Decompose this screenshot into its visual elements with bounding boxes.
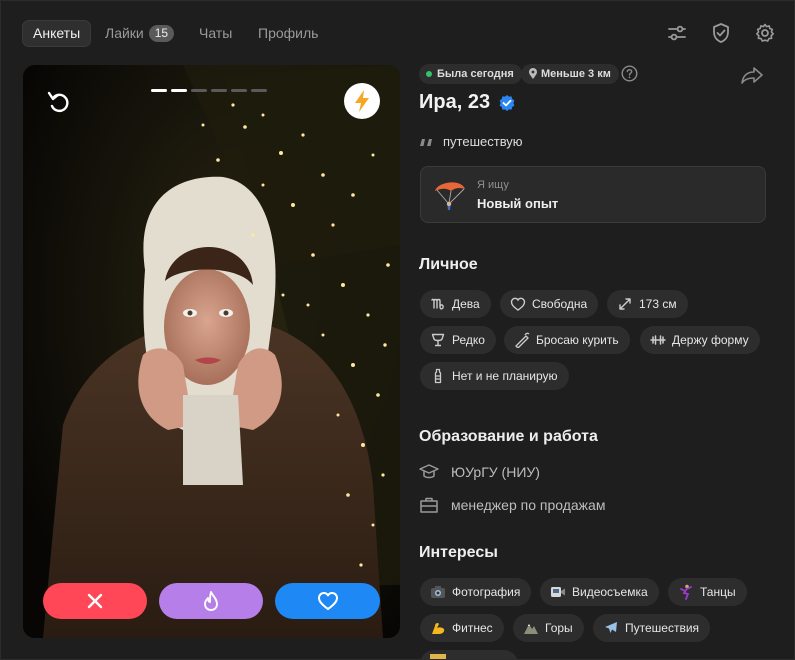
- looking-for-card: Я ищу Новый опыт: [420, 166, 766, 223]
- tag-label: Танцы: [700, 585, 736, 599]
- tag-label: Нет и не планирую: [452, 369, 558, 383]
- status-text: Была сегодня: [437, 68, 514, 80]
- looking-for-label: Я ищу: [477, 179, 509, 191]
- baby-bottle-icon: [434, 368, 442, 384]
- briefcase-icon: [420, 497, 438, 513]
- flame-icon: [204, 591, 218, 611]
- graduation-cap-icon: [419, 464, 439, 479]
- story-segment: [191, 89, 207, 92]
- camera-icon: [431, 586, 445, 598]
- tag-label: Горы: [545, 621, 573, 635]
- heart-icon: [317, 592, 338, 610]
- height-icon: [619, 298, 631, 310]
- undo-icon[interactable]: [42, 86, 76, 120]
- interest-travel: Путешествия: [593, 614, 711, 642]
- likes-count-badge: 15: [148, 25, 175, 42]
- video-camera-icon: [551, 587, 565, 597]
- tab-label: Профиль: [258, 25, 319, 41]
- section-title-personal: Личное: [419, 256, 478, 273]
- online-dot: [426, 71, 432, 77]
- bio: путешествую: [419, 134, 523, 149]
- gear-icon[interactable]: [754, 22, 776, 44]
- help-icon[interactable]: [621, 65, 638, 82]
- section-title-education: Образование и работа: [419, 428, 598, 445]
- tag-children: Нет и не планирую: [420, 362, 569, 390]
- interest-video: Видеосъемка: [540, 578, 659, 606]
- tab-profile[interactable]: Профиль: [248, 20, 328, 47]
- tag-label: Держу форму: [672, 333, 749, 347]
- dumbbell-icon: [650, 335, 666, 345]
- cigarette-icon: [515, 332, 530, 348]
- tag-label: Редко: [452, 333, 485, 347]
- university-row: ЮУрГУ (НИУ): [419, 462, 540, 482]
- close-icon: [87, 593, 103, 609]
- story-segment: [251, 89, 267, 92]
- airplane-icon: [605, 622, 617, 633]
- distance-chip: Меньше 3 км: [521, 64, 619, 84]
- job-row: менеджер по продажам: [419, 495, 605, 515]
- parachute-icon: [435, 182, 465, 210]
- profile-photo-image: [23, 65, 400, 638]
- tag-relationship: Свободна: [500, 290, 599, 318]
- location-pin-icon: [529, 68, 537, 79]
- like-button[interactable]: [275, 583, 380, 619]
- tag-label: Свободна: [532, 297, 588, 311]
- university-text: ЮУрГУ (НИУ): [451, 464, 540, 480]
- mountain-icon: [524, 624, 538, 634]
- tag-label: Дева: [452, 297, 480, 311]
- tab-label: Анкеты: [33, 25, 81, 41]
- heart-outline-icon: [510, 297, 526, 311]
- story-progress: [151, 79, 271, 97]
- tag-smoking: Бросаю курить: [504, 326, 630, 354]
- app-window: Анкеты Лайки 15 Чаты Профиль Была сегодн…: [0, 0, 795, 660]
- tag-sport: Держу форму: [640, 326, 760, 354]
- verified-icon: [499, 95, 515, 111]
- profile-name-text: Ира, 23: [419, 91, 491, 113]
- tab-likes[interactable]: Лайки 15: [95, 20, 184, 47]
- quote-icon: [420, 139, 432, 146]
- online-status-chip: Была сегодня: [419, 64, 522, 84]
- interest-more-icon: [430, 654, 446, 659]
- tab-label: Лайки: [105, 25, 144, 41]
- tag-label: Фитнес: [452, 621, 493, 635]
- dislike-button[interactable]: [43, 583, 147, 619]
- profile-name: Ира, 23: [419, 91, 490, 114]
- lightning-icon: [355, 90, 369, 112]
- glass-icon: [431, 333, 445, 347]
- tag-height: 173 см: [607, 290, 688, 318]
- tag-label: Видеосъемка: [572, 585, 648, 599]
- tab-ankety[interactable]: Анкеты: [22, 20, 92, 47]
- superlike-button[interactable]: [159, 583, 263, 619]
- bio-text: путешествую: [443, 134, 523, 149]
- interest-mountains: Горы: [513, 614, 584, 642]
- tab-chats[interactable]: Чаты: [189, 20, 242, 47]
- virgo-icon: [431, 298, 444, 310]
- share-icon[interactable]: [740, 65, 764, 85]
- interest-more: [420, 650, 518, 659]
- interest-photography: Фотография: [420, 578, 532, 606]
- story-segment: [211, 89, 227, 92]
- story-segment: [171, 89, 187, 92]
- job-text: менеджер по продажам: [451, 497, 606, 513]
- tag-label: Фотография: [452, 585, 521, 599]
- story-segment: [231, 89, 247, 92]
- story-segment: [151, 89, 167, 92]
- boost-button[interactable]: [344, 83, 380, 119]
- flexed-biceps-icon: [432, 622, 445, 634]
- filters-icon[interactable]: [666, 22, 688, 44]
- tag-label: 173 см: [639, 297, 677, 311]
- tag-label: Бросаю курить: [536, 333, 619, 347]
- section-title-interests: Интересы: [419, 544, 498, 561]
- shield-check-icon[interactable]: [710, 22, 732, 44]
- dancer-icon: [680, 584, 692, 600]
- tag-alcohol: Редко: [420, 326, 496, 354]
- interest-fitness: Фитнес: [420, 614, 504, 642]
- looking-for-value: Новый опыт: [477, 196, 559, 211]
- tag-label: Путешествия: [625, 621, 700, 635]
- tab-label: Чаты: [199, 25, 233, 41]
- distance-text: Меньше 3 км: [541, 68, 611, 80]
- profile-photo[interactable]: [23, 65, 400, 638]
- interest-dance: Танцы: [668, 578, 747, 606]
- tag-zodiac: Дева: [420, 290, 491, 318]
